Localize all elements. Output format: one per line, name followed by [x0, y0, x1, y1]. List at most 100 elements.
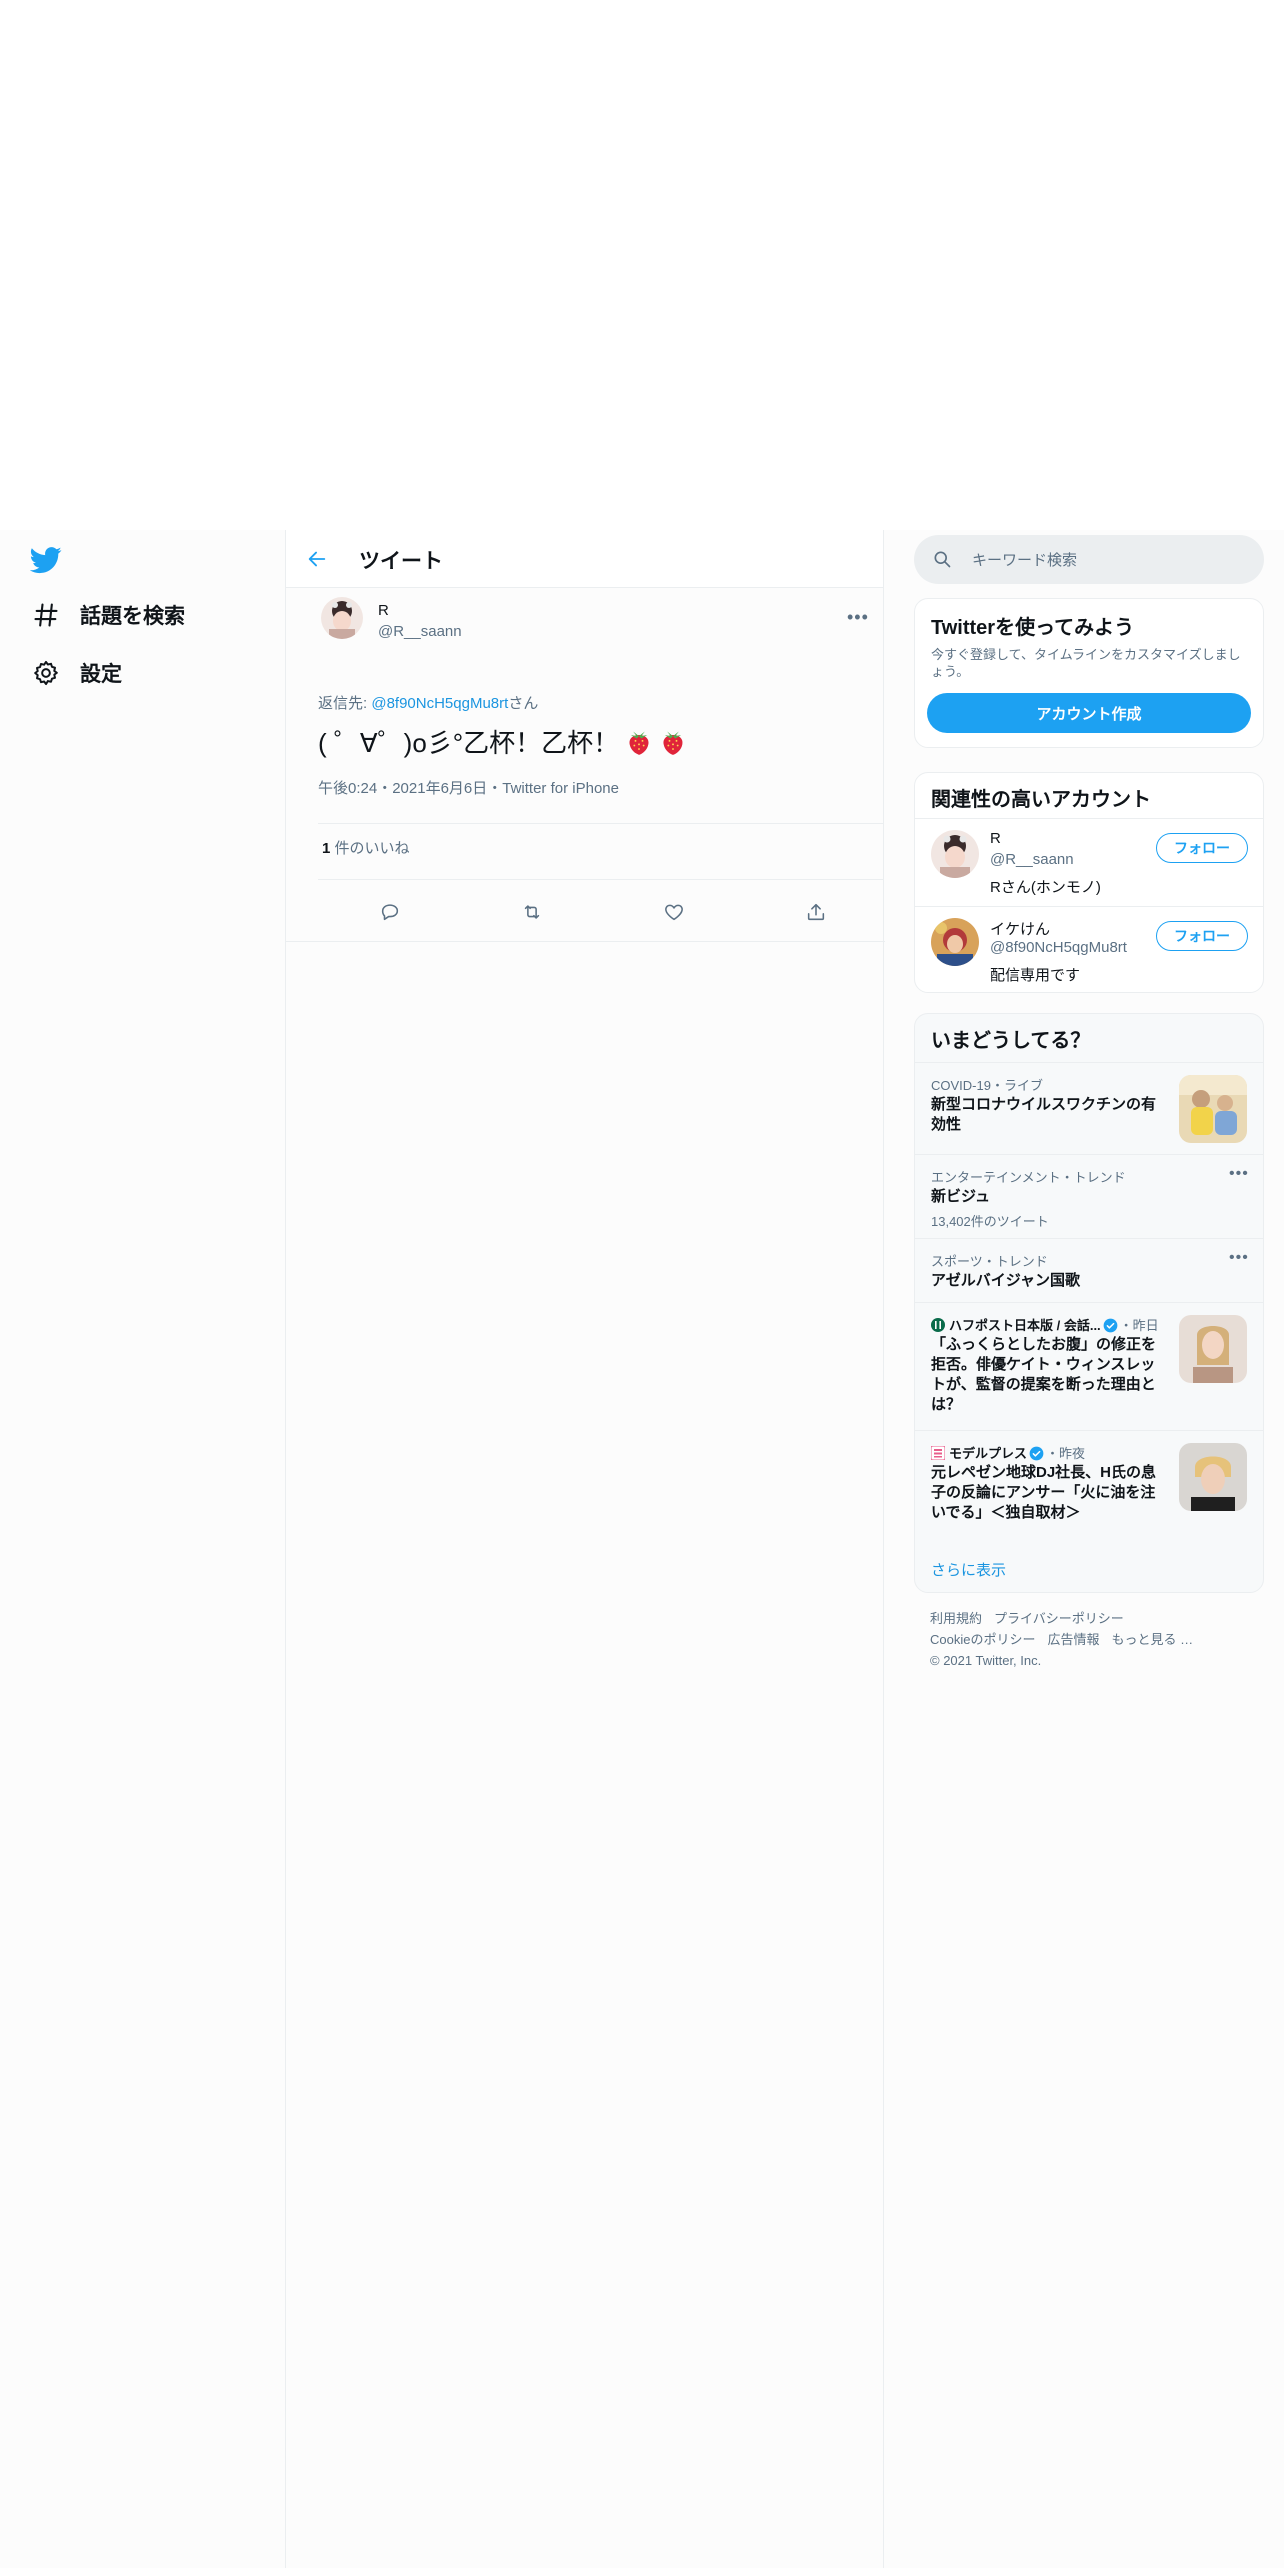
share-button[interactable] [798, 894, 834, 930]
like-button[interactable] [656, 894, 692, 930]
verified-badge-icon [1103, 1318, 1118, 1333]
related-title: 関連性の高いアカウント [931, 789, 1151, 811]
trend-thumbnail [1179, 1075, 1247, 1143]
trend-meta: エンターテインメント・トレンド [931, 1170, 1126, 1185]
copyright: © 2021 Twitter, Inc. [930, 1653, 1042, 1668]
footer-link[interactable]: 利用規約 [930, 1611, 982, 1626]
news-title: 「ふっくらとしたお腹」の修正を拒否。俳優ケイト・ウィンスレットが、監督の提案を断… [931, 1336, 1157, 1413]
follow-button[interactable]: フォロー [1156, 921, 1248, 951]
share-icon [807, 903, 825, 921]
reply-suffix: さん [508, 695, 539, 712]
nav-explore[interactable]: 話題を検索 [32, 600, 185, 630]
reply-handle-link[interactable]: @8f90NcH5qgMu8rt [371, 695, 508, 712]
news-item[interactable]: ハフポスト日本版 / 会話... ・昨日 「ふっくらとしたお腹」の修正を拒否。俳優… [915, 1302, 1263, 1431]
trend-meta: COVID-19・ライブ [931, 1078, 1043, 1093]
search-input[interactable] [970, 547, 1244, 573]
trend-count: 13,402件のツイート [931, 1214, 1049, 1229]
page-title: ツイート [359, 550, 443, 573]
trend-title: 新ビジュ [931, 1188, 990, 1205]
gear-icon [34, 660, 58, 686]
retweet-icon [524, 905, 540, 919]
show-more-link[interactable]: さらに表示 [931, 1559, 1006, 1580]
related-accounts-card: 関連性の高いアカウント R @R__saann Rさん(ホンモノ) フォロー イ… [914, 772, 1264, 993]
create-account-button[interactable]: アカウント作成 [927, 693, 1251, 733]
author-name[interactable]: R [378, 602, 389, 619]
account-name: イケけん [990, 921, 1051, 938]
strawberry-emoji-icon [629, 731, 649, 755]
heart-icon [665, 904, 683, 921]
news-thumbnail [1179, 1315, 1247, 1383]
account-handle: @R__saann [990, 851, 1074, 868]
tweet-text: ( ゜∀゜)o彡°乙杯！乙杯！ [318, 723, 687, 760]
nav-settings[interactable]: 設定 [32, 658, 122, 688]
trend-more-icon[interactable]: ••• [1229, 1165, 1249, 1183]
account-bio: 配信専用です [990, 967, 1081, 984]
left-nav: 話題を検索 設定 [0, 530, 285, 2568]
divider [286, 941, 885, 942]
footer-link[interactable]: 広告情報 [1047, 1632, 1099, 1647]
trend-title: アゼルバイジャン国歌 [931, 1272, 1080, 1289]
signup-title: Twitterを使ってみよう [931, 617, 1135, 639]
author-handle[interactable]: @R__saann [378, 623, 462, 640]
divider [318, 823, 884, 824]
search-icon [934, 551, 951, 568]
trends-card: いまどうしてる？ COVID-19・ライブ 新型コロナウイルスワクチンの有効性 [914, 1013, 1264, 1593]
trend-meta: スポーツ・トレンド [931, 1254, 1048, 1269]
source-logo-icon [931, 1446, 945, 1460]
news-source-line: ハフポスト日本版 / 会話... ・昨日 [931, 1315, 1159, 1334]
news-title: 元レペゼン地球DJ社長、H氏の息子の反論にアンサー「火に油を注いでる」＜独自取材… [931, 1464, 1157, 1521]
trend-item[interactable]: COVID-19・ライブ 新型コロナウイルスワクチンの有効性 [915, 1062, 1263, 1155]
reply-icon [381, 904, 399, 921]
news-time: ・昨日 [1119, 1318, 1159, 1333]
hashtag-icon [34, 603, 58, 627]
back-button[interactable] [302, 544, 332, 574]
arrow-left-icon [308, 551, 326, 567]
signup-description: 今すぐ登録して、タイムラインをカスタマイズしましょう。 [931, 647, 1241, 679]
main-column: ツイート R @R__saann ••• 返信先: @8f90NcH5qgMu8… [285, 530, 885, 2568]
account-avatar[interactable] [931, 830, 979, 878]
retweet-button[interactable] [514, 894, 550, 930]
more-options-icon[interactable]: ••• [847, 607, 869, 628]
search-box [914, 535, 1264, 584]
news-time: ・昨夜 [1046, 1446, 1086, 1461]
reply-to-line: 返信先: @8f90NcH5qgMu8rtさん [318, 692, 538, 713]
account-row[interactable]: R @R__saann Rさん(ホンモノ) フォロー [915, 818, 1263, 907]
account-handle: @8f90NcH5qgMu8rt [990, 939, 1127, 956]
news-item[interactable]: モデルプレス ・昨夜 元レペゼン地球DJ社長、H氏の息子の反論にアンサー「火に油を… [915, 1430, 1263, 1541]
trend-more-icon[interactable]: ••• [1229, 1249, 1249, 1267]
strawberry-emoji-icon [663, 731, 683, 755]
verified-badge-icon [1029, 1446, 1044, 1461]
tweet-text-body: ( ゜∀゜)o彡°乙杯！乙杯！ [318, 728, 620, 758]
divider [318, 879, 884, 880]
news-source: ハフポスト日本版 / 会話... [949, 1318, 1101, 1333]
trends-title: いまどうしてる？ [931, 1030, 1091, 1052]
main-header: ツイート [286, 530, 883, 588]
news-source-line: モデルプレス ・昨夜 [931, 1443, 1085, 1462]
twitter-logo-icon[interactable] [30, 544, 62, 576]
trend-item[interactable]: スポーツ・トレンド アゼルバイジャン国歌 ••• [915, 1238, 1263, 1303]
account-row[interactable]: イケけん @8f90NcH5qgMu8rt 配信専用です フォロー [915, 906, 1263, 992]
account-avatar[interactable] [931, 918, 979, 966]
news-source: モデルプレス [949, 1446, 1028, 1461]
footer-link[interactable]: もっと見る … [1111, 1632, 1193, 1647]
source-logo-icon [931, 1318, 945, 1332]
likes-count[interactable]: 1 件のいいね [322, 837, 410, 858]
footer: 利用規約 プライバシーポリシー Cookieのポリシー 広告情報 もっと見る … © … [930, 1608, 1250, 1671]
tweet-timestamp[interactable]: 午後0:24・2021年6月6日・Twitter for iPhone [318, 777, 619, 798]
likes-label: 件のいいね [330, 840, 410, 857]
reply-button[interactable] [372, 894, 408, 930]
signup-card: Twitterを使ってみよう 今すぐ登録して、タイムラインをカスタマイズしましょ… [914, 598, 1264, 748]
news-thumbnail [1179, 1443, 1247, 1511]
nav-explore-label: 話題を検索 [80, 605, 185, 628]
page: 話題を検索 設定 ツイート R @R__saann ••• 返信先: @8f90… [0, 530, 1284, 2568]
reply-prefix: 返信先: [318, 695, 372, 712]
footer-link[interactable]: プライバシーポリシー [994, 1611, 1124, 1626]
trend-item[interactable]: エンターテインメント・トレンド 新ビジュ 13,402件のツイート ••• [915, 1154, 1263, 1239]
author-avatar[interactable] [321, 597, 363, 639]
account-bio: Rさん(ホンモノ) [990, 879, 1101, 896]
nav-settings-label: 設定 [80, 663, 122, 686]
account-name: R [990, 830, 1001, 847]
follow-button[interactable]: フォロー [1156, 833, 1248, 863]
footer-link[interactable]: Cookieのポリシー [930, 1632, 1035, 1647]
tweet-actions [318, 894, 884, 930]
